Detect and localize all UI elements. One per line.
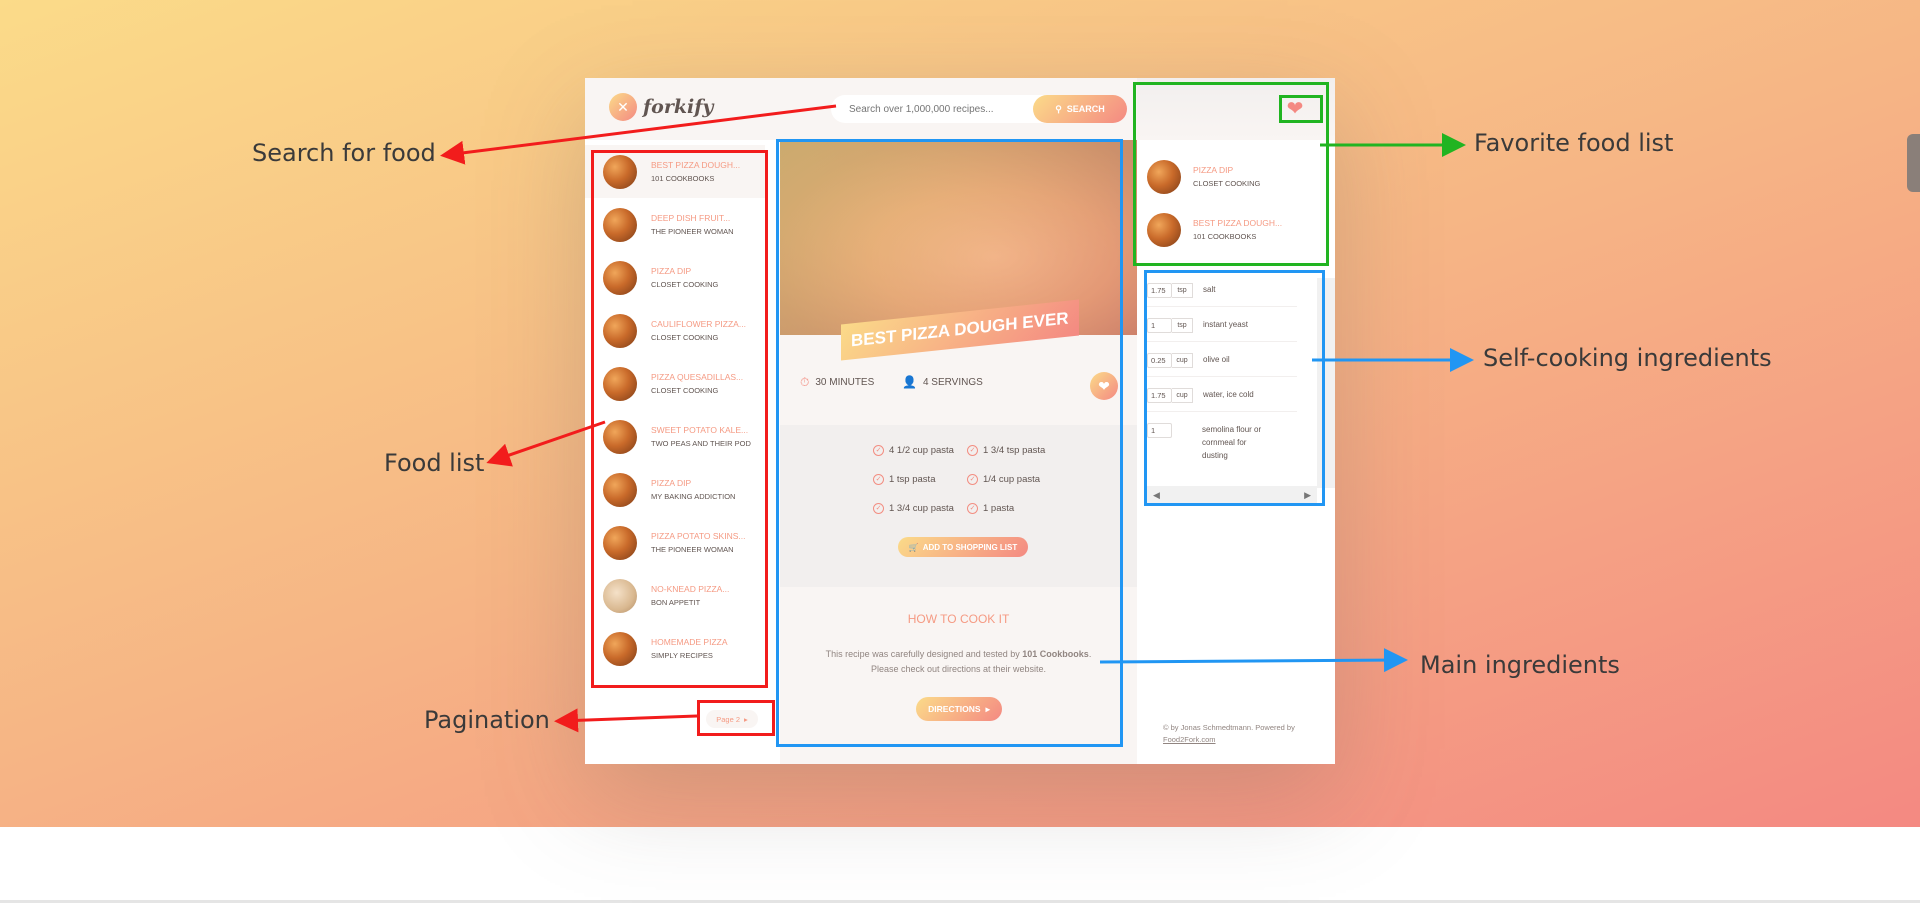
food2fork-link[interactable]: Food2Fork.com bbox=[1163, 735, 1216, 744]
copyright-text: © by Jonas Schmedtmann. Powered by bbox=[1163, 723, 1295, 732]
search-button-label: SEARCH bbox=[1066, 104, 1105, 114]
pagination-annotation-label: Pagination bbox=[424, 706, 550, 734]
header: ✕ forkify ⚲ SEARCH bbox=[585, 78, 1137, 140]
food-list-annotation-label: Food list bbox=[384, 449, 485, 477]
food-list-annotation-box bbox=[591, 150, 768, 688]
logo-text: forkify bbox=[643, 96, 714, 118]
shopping-annotation-box bbox=[1144, 270, 1325, 506]
logo[interactable]: ✕ forkify bbox=[609, 93, 713, 121]
search-button[interactable]: ⚲ SEARCH bbox=[1033, 95, 1127, 123]
heart-annotation-box bbox=[1279, 95, 1323, 123]
search-input[interactable] bbox=[847, 102, 1041, 116]
main-ingredients-annotation-label: Main ingredients bbox=[1420, 651, 1620, 679]
recipe-annotation-box bbox=[776, 139, 1123, 747]
fork-knife-icon: ✕ bbox=[609, 93, 637, 121]
pagination-annotation-box bbox=[697, 700, 775, 736]
side-tab[interactable] bbox=[1907, 134, 1920, 192]
self-cooking-annotation-label: Self-cooking ingredients bbox=[1483, 344, 1772, 372]
search-icon: ⚲ bbox=[1055, 103, 1062, 114]
search-form: ⚲ SEARCH bbox=[831, 95, 1127, 123]
favorites-annotation-label: Favorite food list bbox=[1474, 129, 1674, 157]
copyright: © by Jonas Schmedtmann. Powered by Food2… bbox=[1163, 722, 1313, 746]
search-annotation-label: Search for food bbox=[252, 139, 436, 167]
